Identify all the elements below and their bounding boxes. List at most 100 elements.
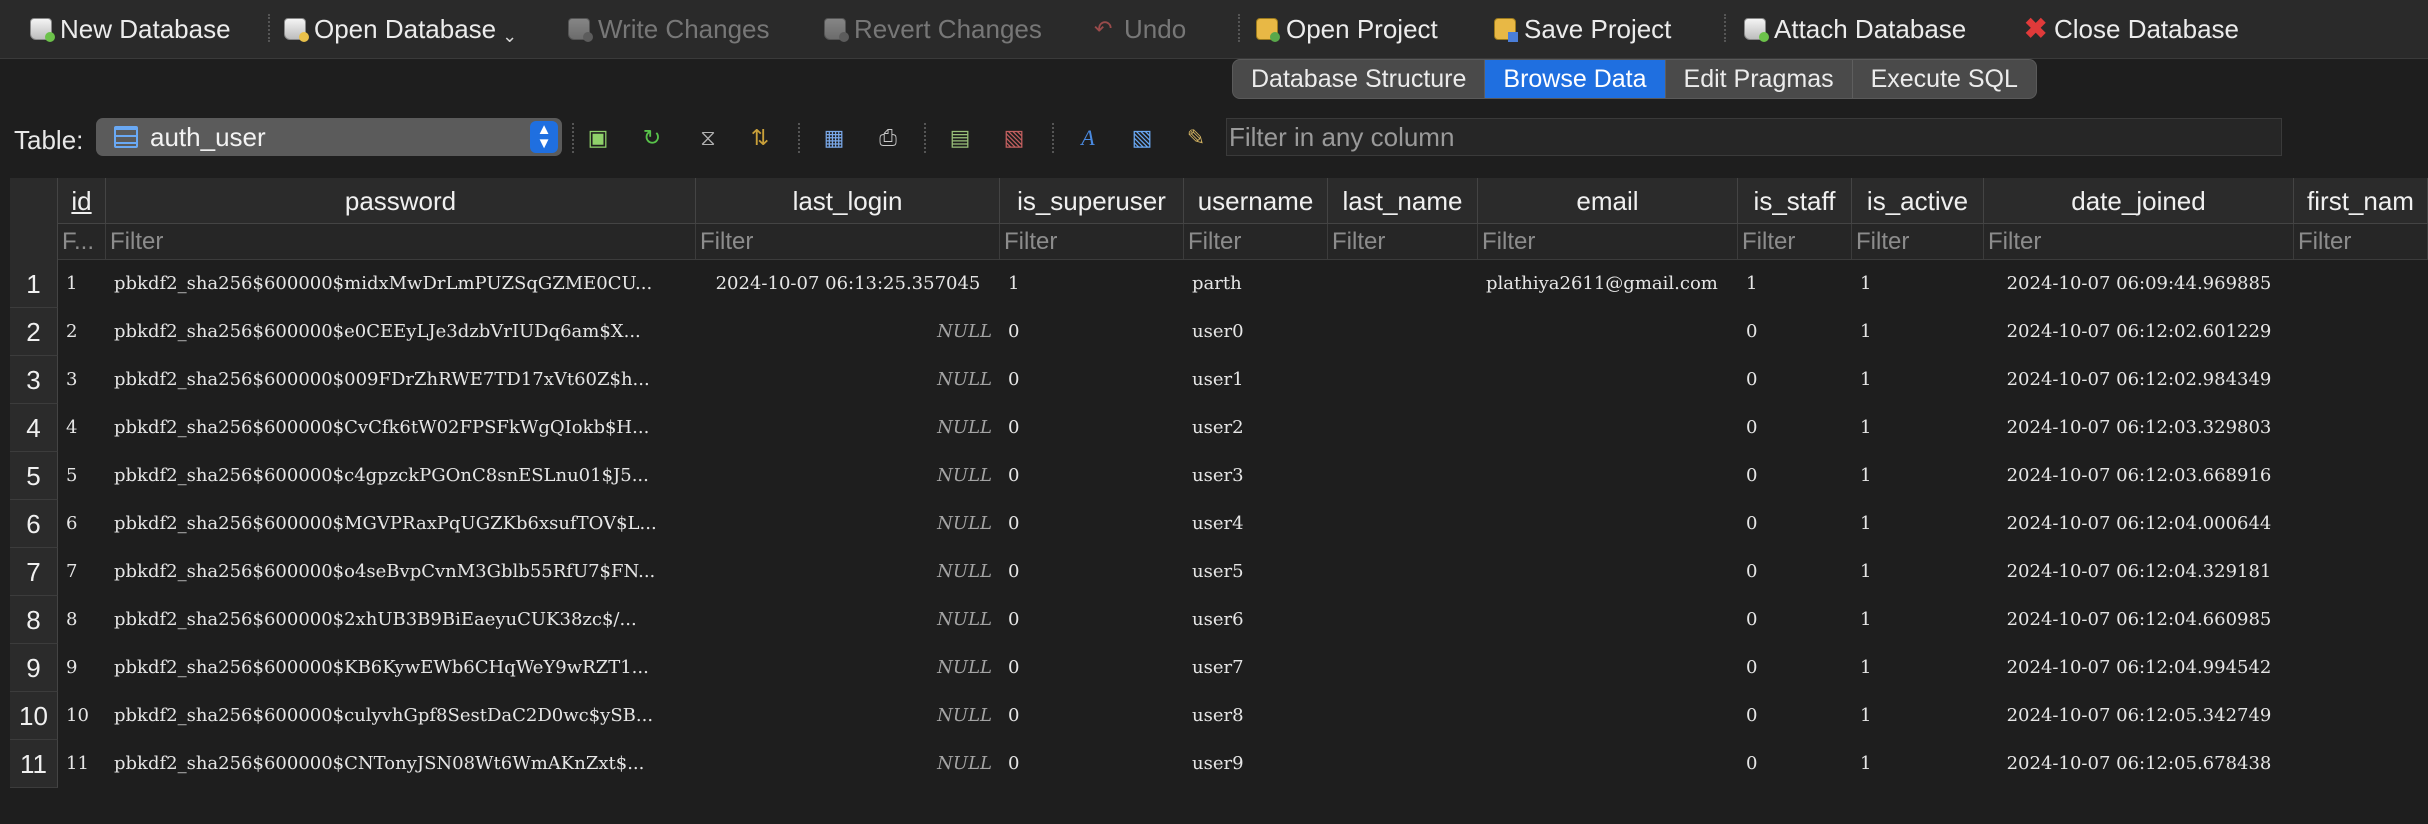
table-cell[interactable]: pbkdf2_sha256$600000$midxMwDrLmPUZSqGZME…	[106, 260, 696, 308]
table-cell[interactable]: 0	[1000, 596, 1184, 644]
row-header[interactable]: 3	[10, 356, 58, 404]
column-filter-input[interactable]: Filter	[1328, 224, 1478, 260]
table-cell[interactable]: 1	[1852, 404, 1984, 452]
row-header[interactable]: 9	[10, 644, 58, 692]
table-cell[interactable]	[1328, 308, 1478, 356]
table-cell[interactable]	[1478, 596, 1738, 644]
table-cell[interactable]: 1	[1852, 260, 1984, 308]
table-cell[interactable]: pbkdf2_sha256$600000$c4gpzckPGOnC8snESLn…	[106, 452, 696, 500]
table-cell[interactable]: 0	[1738, 356, 1852, 404]
table-cell[interactable]: pbkdf2_sha256$600000$2xhUB3B9BiEaeyuCUK3…	[106, 596, 696, 644]
table-cell[interactable]	[1328, 644, 1478, 692]
chevron-down-icon[interactable]: ⌄	[502, 26, 517, 47]
table-cell[interactable]: NULL	[696, 356, 1000, 404]
column-header-email[interactable]: email	[1478, 178, 1738, 224]
delete-record-icon[interactable]: ▧	[1000, 125, 1028, 151]
table-cell[interactable]	[2294, 692, 2428, 740]
column-header-is-superuser[interactable]: is_superuser	[1000, 178, 1184, 224]
table-cell[interactable]	[1328, 260, 1478, 308]
table-cell[interactable]: 6	[58, 500, 106, 548]
table-cell[interactable]	[1328, 692, 1478, 740]
table-cell[interactable]: user2	[1184, 404, 1328, 452]
table-cell[interactable]: parth	[1184, 260, 1328, 308]
column-filter-input[interactable]: Filter	[106, 224, 696, 260]
table-cell[interactable]: NULL	[696, 452, 1000, 500]
table-cell[interactable]	[2294, 452, 2428, 500]
table-cell[interactable]: 3	[58, 356, 106, 404]
table-cell[interactable]: 2024-10-07 06:09:44.969885	[1984, 260, 2294, 308]
table-cell[interactable]: 2024-10-07 06:12:03.668916	[1984, 452, 2294, 500]
table-cell[interactable]: 10	[58, 692, 106, 740]
table-cell[interactable]	[1478, 740, 1738, 788]
table-cell[interactable]	[2294, 308, 2428, 356]
table-cell[interactable]: 1	[1852, 644, 1984, 692]
table-cell[interactable]: 1	[1852, 692, 1984, 740]
filter-any-column-input[interactable]: Filter in any column	[1226, 118, 2282, 156]
numeric-format-icon[interactable]: ▧	[1128, 125, 1156, 151]
table-cell[interactable]	[1478, 548, 1738, 596]
row-header[interactable]: 11	[10, 740, 58, 788]
table-cell[interactable]: 0	[1738, 308, 1852, 356]
conditional-format-icon[interactable]: ✎	[1182, 125, 1210, 151]
table-cell[interactable]: user1	[1184, 356, 1328, 404]
table-cell[interactable]: pbkdf2_sha256$600000$culyvhGpf8SestDaC2D…	[106, 692, 696, 740]
table-cell[interactable]: user0	[1184, 308, 1328, 356]
table-cell[interactable]	[1478, 404, 1738, 452]
column-filter-input[interactable]: Filter	[2294, 224, 2428, 260]
table-cell[interactable]: 1	[1852, 452, 1984, 500]
table-cell[interactable]: 1	[1852, 596, 1984, 644]
column-header-is-staff[interactable]: is_staff	[1738, 178, 1852, 224]
table-cell[interactable]: pbkdf2_sha256$600000$KB6KywEWb6CHqWeY9wR…	[106, 644, 696, 692]
table-select[interactable]: auth_user ▲ ▼	[96, 118, 562, 156]
table-cell[interactable]: 0	[1738, 452, 1852, 500]
table-cell[interactable]: 5	[58, 452, 106, 500]
save-project-button[interactable]: Save Project	[1494, 12, 1671, 46]
table-cell[interactable]: user3	[1184, 452, 1328, 500]
table-cell[interactable]: 2024-10-07 06:12:04.329181	[1984, 548, 2294, 596]
row-header[interactable]: 4	[10, 404, 58, 452]
table-cell[interactable]: user4	[1184, 500, 1328, 548]
table-cell[interactable]	[2294, 548, 2428, 596]
table-cell[interactable]	[1328, 404, 1478, 452]
column-header-last-login[interactable]: last_login	[696, 178, 1000, 224]
column-header-username[interactable]: username	[1184, 178, 1328, 224]
row-header[interactable]: 1	[10, 260, 58, 308]
revert-changes-button[interactable]: Revert Changes	[824, 12, 1042, 46]
table-cell[interactable]: 1	[1852, 356, 1984, 404]
table-cell[interactable]: 0	[1000, 356, 1184, 404]
table-cell[interactable]	[2294, 500, 2428, 548]
table-cell[interactable]: pbkdf2_sha256$600000$MGVPRaxPqUGZKb6xsuf…	[106, 500, 696, 548]
table-cell[interactable]: pbkdf2_sha256$600000$CvCfk6tW02FPSFkWgQI…	[106, 404, 696, 452]
table-cell[interactable]	[1328, 596, 1478, 644]
sort-icon[interactable]: ⇅	[746, 125, 774, 151]
table-cell[interactable]	[2294, 356, 2428, 404]
column-filter-input[interactable]: Filter	[1852, 224, 1984, 260]
table-cell[interactable]: 0	[1738, 596, 1852, 644]
table-cell[interactable]: user9	[1184, 740, 1328, 788]
table-cell[interactable]: 0	[1738, 548, 1852, 596]
table-cell[interactable]: 0	[1000, 500, 1184, 548]
table-cell[interactable]	[2294, 404, 2428, 452]
table-cell[interactable]: 0	[1000, 308, 1184, 356]
column-header-date-joined[interactable]: date_joined	[1984, 178, 2294, 224]
text-format-icon[interactable]: A	[1074, 125, 1102, 151]
refresh-table-icon[interactable]: ▣	[584, 125, 612, 151]
table-cell[interactable]	[1478, 356, 1738, 404]
table-cell[interactable]: 0	[1738, 740, 1852, 788]
table-cell[interactable]: NULL	[696, 500, 1000, 548]
table-cell[interactable]: 0	[1000, 740, 1184, 788]
table-cell[interactable]: pbkdf2_sha256$600000$o4seBvpCvnM3Gblb55R…	[106, 548, 696, 596]
column-header-password[interactable]: password	[106, 178, 696, 224]
table-cell[interactable]	[1478, 308, 1738, 356]
table-cell[interactable]: 0	[1738, 644, 1852, 692]
table-cell[interactable]: 1	[1852, 500, 1984, 548]
table-cell[interactable]	[1328, 356, 1478, 404]
table-cell[interactable]: NULL	[696, 740, 1000, 788]
table-cell[interactable]: user7	[1184, 644, 1328, 692]
column-header-first-nam[interactable]: first_nam	[2294, 178, 2428, 224]
table-cell[interactable]: 1	[1738, 260, 1852, 308]
table-cell[interactable]: 11	[58, 740, 106, 788]
table-cell[interactable]: 2024-10-07 06:12:04.000644	[1984, 500, 2294, 548]
table-cell[interactable]: 0	[1000, 692, 1184, 740]
table-cell[interactable]: 2024-10-07 06:12:03.329803	[1984, 404, 2294, 452]
